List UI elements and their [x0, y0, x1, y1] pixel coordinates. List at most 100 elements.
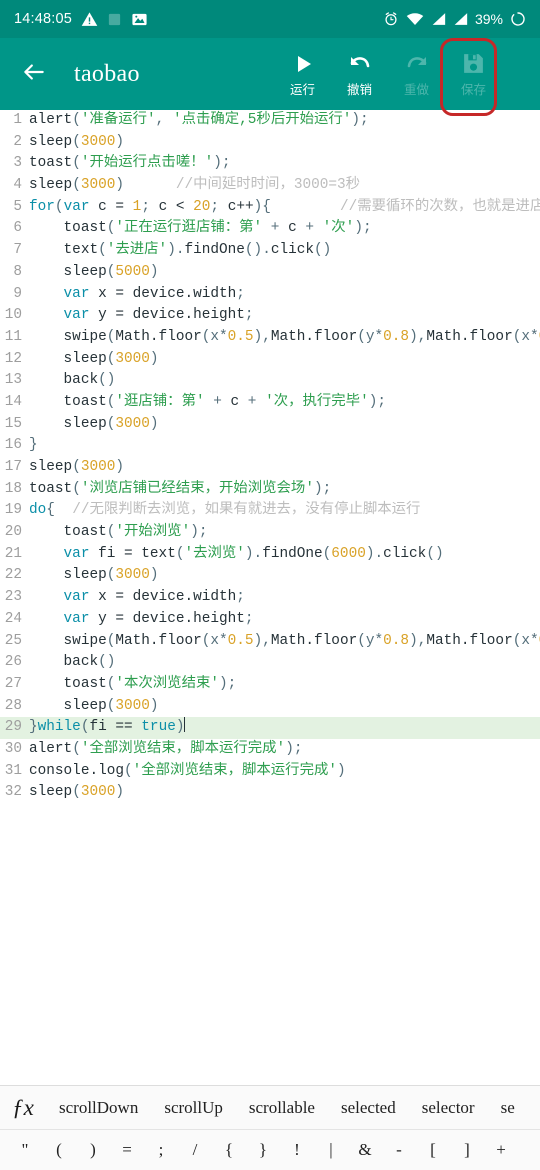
suggestion-item[interactable]: selected	[328, 1098, 409, 1118]
code-text: console.log('全部浏览结束，脚本运行完成')	[29, 762, 346, 779]
code-text: var x = device.width;	[63, 285, 245, 302]
suggestion-item[interactable]: scrollDown	[46, 1098, 151, 1118]
line-number: 27	[4, 675, 22, 692]
code-line[interactable]: 11 swipe(Math.floor(x*0.5),Math.floor(y*…	[0, 327, 540, 349]
code-line[interactable]: 19 do{ //无限判断去浏览，如果有就进去，没有停止脚本运行	[0, 500, 540, 522]
code-line[interactable]: 28 sleep(3000)	[0, 696, 540, 718]
code-line[interactable]: 13 back()	[0, 370, 540, 392]
code-line[interactable]: 2 sleep(3000)	[0, 132, 540, 154]
code-line[interactable]: 25 swipe(Math.floor(x*0.5),Math.floor(y*…	[0, 631, 540, 653]
code-line[interactable]: 23 var x = device.width;	[0, 587, 540, 609]
line-number: 18	[4, 480, 22, 497]
line-number: 2	[13, 133, 22, 150]
code-line[interactable]: 10 var y = device.height;	[0, 305, 540, 327]
code-line[interactable]: 17 sleep(3000)	[0, 457, 540, 479]
line-number: 32	[4, 784, 22, 801]
line-number: 9	[13, 285, 22, 302]
code-text: }	[29, 437, 38, 454]
code-text: swipe(Math.floor(x*0.5),Math.floor(y*0.8…	[29, 632, 540, 649]
code-line[interactable]: 9 var x = device.width;	[0, 284, 540, 306]
line-number: 23	[4, 589, 22, 606]
suggestion-item[interactable]: scrollable	[236, 1098, 328, 1118]
signal-icon-2	[453, 12, 468, 26]
symbol-key[interactable]: (	[42, 1140, 76, 1160]
page-title: taobao	[74, 60, 140, 87]
code-text: sleep(3000)	[29, 350, 159, 367]
code-text: back()	[29, 372, 116, 389]
symbol-key[interactable]: =	[110, 1140, 144, 1160]
code-text: for(var c = 1; c < 20; c++){ //需要循环的次数，也…	[29, 198, 540, 215]
save-button[interactable]: 保存	[445, 38, 502, 110]
bottom-toolbar: ƒx scrollDown scrollUp scrollable selected s…	[0, 1085, 540, 1170]
symbol-key[interactable]: [	[416, 1140, 450, 1160]
code-text: var x = device.width;	[63, 589, 245, 606]
signal-icon-1	[431, 12, 446, 26]
undo-button[interactable]: 撤销	[331, 38, 388, 110]
symbol-key[interactable]: &	[348, 1140, 382, 1160]
code-text: sleep(3000)	[29, 459, 125, 475]
battery-percent-label: 39%	[474, 11, 503, 27]
line-number: 26	[4, 654, 22, 671]
code-line[interactable]: 14 toast('逛店铺：第' + c + '次，执行完毕');	[0, 392, 540, 414]
run-button[interactable]: 运行	[274, 38, 331, 110]
line-number: 5	[13, 198, 22, 215]
code-text: sleep(3000)	[29, 567, 159, 584]
symbol-key[interactable]: +	[484, 1140, 518, 1160]
code-text: toast('开始运行点击嗟！');	[29, 155, 231, 172]
code-line[interactable]: 27 toast('本次浏览结束');	[0, 674, 540, 696]
code-line[interactable]: 12 sleep(3000)	[0, 349, 540, 371]
code-text: var y = device.height;	[63, 610, 254, 627]
symbol-key[interactable]: !	[280, 1140, 314, 1160]
code-line[interactable]: 1 alert('准备运行', '点击确定,5秒后开始运行');	[0, 110, 540, 132]
code-text: toast('开始浏览');	[29, 524, 208, 541]
symbol-key[interactable]: {	[212, 1140, 246, 1160]
code-line[interactable]: 8 sleep(5000)	[0, 262, 540, 284]
symbol-key[interactable]: )	[76, 1140, 110, 1160]
suggestion-item[interactable]: se	[488, 1098, 528, 1118]
symbol-key[interactable]: -	[382, 1140, 416, 1160]
code-text: sleep(3000)	[29, 415, 159, 432]
line-number: 1	[13, 112, 22, 128]
symbol-key-row[interactable]: "() =; /{}! | & -[] +	[0, 1130, 540, 1170]
code-line[interactable]: 20 toast('开始浏览');	[0, 522, 540, 544]
back-button[interactable]	[6, 46, 62, 102]
code-line[interactable]: 5 for(var c = 1; c < 20; c++){ //需要循环的次数，…	[0, 197, 540, 219]
redo-button[interactable]: 重做	[388, 38, 445, 110]
code-line[interactable]: 22 sleep(3000)	[0, 565, 540, 587]
code-line[interactable]: 18 toast('浏览店铺已经结束，开始浏览会场');	[0, 479, 540, 501]
autocomplete-suggestion-row[interactable]: ƒx scrollDown scrollUp scrollable selected s…	[0, 1086, 540, 1130]
symbol-key[interactable]: |	[314, 1140, 348, 1160]
code-text: back()	[29, 654, 116, 671]
code-line[interactable]: 7 text('去进店').findOne().click()	[0, 240, 540, 262]
fx-button[interactable]: ƒx	[0, 1095, 46, 1121]
code-line[interactable]: 26 back()	[0, 652, 540, 674]
code-line[interactable]: 21 var fi = text('去浏览').findOne(6000).cl…	[0, 544, 540, 566]
wifi-icon	[406, 12, 424, 26]
code-line[interactable]: 24 var y = device.height;	[0, 609, 540, 631]
line-number: 19	[4, 502, 22, 519]
code-line[interactable]: 15 sleep(3000)	[0, 414, 540, 436]
back-arrow-icon	[21, 59, 47, 90]
code-line[interactable]: 16}	[0, 435, 540, 457]
code-line[interactable]: 32 sleep(3000)	[0, 782, 540, 804]
toolbar-actions: 运行 撤销 重做 保存	[274, 38, 502, 110]
code-line[interactable]: 6 toast('正在运行逛店铺：第' + c + '次');	[0, 218, 540, 240]
code-line[interactable]: 31 console.log('全部浏览结束，脚本运行完成')	[0, 761, 540, 783]
symbol-key[interactable]: ]	[450, 1140, 484, 1160]
line-number: 13	[4, 372, 22, 389]
warning-triangle-icon	[81, 11, 98, 28]
undo-icon	[348, 52, 372, 81]
suggestion-item[interactable]: scrollUp	[151, 1098, 236, 1118]
code-line[interactable]: 29}while(fi == true)	[0, 717, 540, 739]
symbol-key[interactable]: }	[246, 1140, 280, 1160]
code-line[interactable]: 3 toast('开始运行点击嗟！');	[0, 153, 540, 175]
line-number: 14	[4, 393, 22, 410]
code-text: toast('正在运行逛店铺：第' + c + '次');	[29, 220, 372, 237]
suggestion-item[interactable]: selector	[409, 1098, 488, 1118]
symbol-key[interactable]: /	[178, 1140, 212, 1160]
symbol-key[interactable]: "	[8, 1140, 42, 1160]
code-line[interactable]: 30 alert('全部浏览结束，脚本运行完成');	[0, 739, 540, 761]
code-line[interactable]: 4 sleep(3000) //中间延时时间，3000=3秒	[0, 175, 540, 197]
symbol-key[interactable]: ;	[144, 1140, 178, 1160]
code-editor[interactable]: 1 alert('准备运行', '点击确定,5秒后开始运行'); 2 sleep(30…	[0, 110, 540, 1085]
